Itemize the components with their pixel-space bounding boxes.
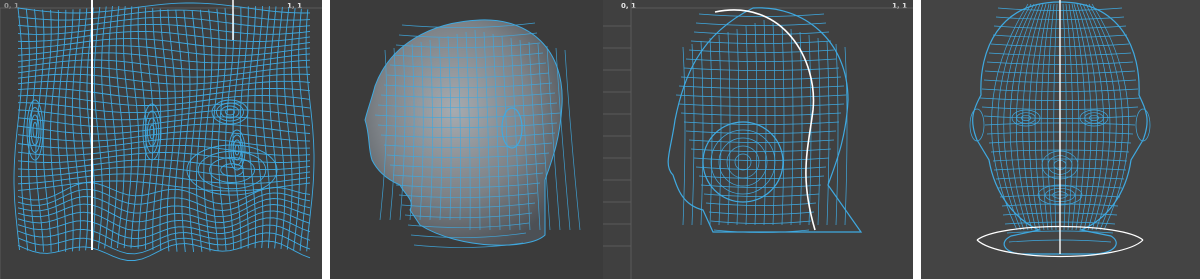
uv-mesh-icon — [969, 0, 1151, 258]
head-mesh-icon — [364, 19, 581, 248]
uv-mesh-icon — [0, 0, 322, 279]
viewport-shaded-head[interactable] — [330, 0, 603, 279]
uv-mesh-icon — [603, 0, 913, 279]
uv-editor-panel-flat[interactable]: 0, 1 1, 1 — [0, 0, 322, 279]
uv-editor-panel-front[interactable] — [921, 0, 1200, 279]
uv-editor-panel-side[interactable]: 0, 1 1, 1 — [603, 0, 913, 279]
